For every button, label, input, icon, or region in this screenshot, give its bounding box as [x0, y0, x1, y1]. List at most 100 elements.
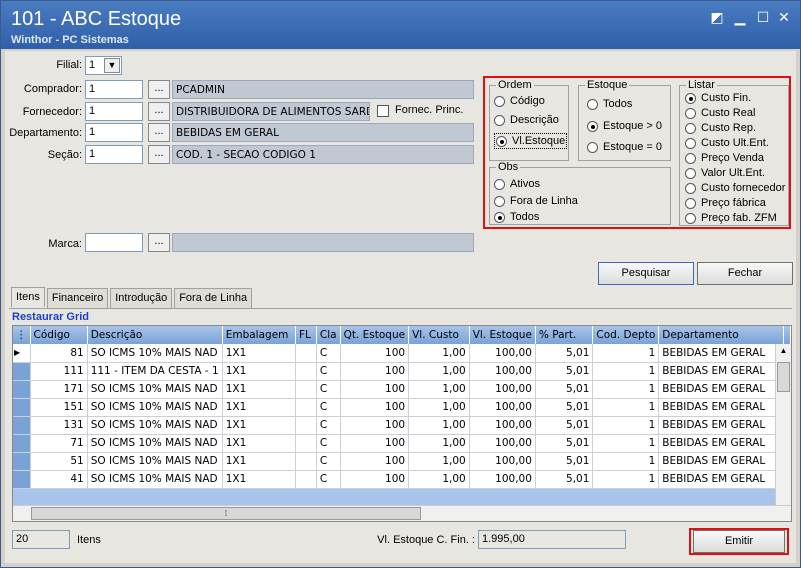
- column-header[interactable]: Vl. Custo: [408, 326, 470, 344]
- table-cell: 100: [340, 434, 410, 453]
- secao-code-input[interactable]: 1: [85, 145, 143, 164]
- comprador-code-input[interactable]: 1: [85, 80, 143, 99]
- listar-option-preco-fab-zfm[interactable]: Preço fab. ZFM: [685, 212, 777, 224]
- column-header-filler: [783, 326, 791, 344]
- ordem-option-codigo[interactable]: Código: [494, 95, 545, 107]
- ordem-option-descricao[interactable]: Descrição: [494, 114, 559, 126]
- table-row[interactable]: 51 SO ICMS 10% MAIS NAD 1X1 C 100 1,00 100,00 5…: [13, 452, 791, 471]
- close-icon[interactable]: ✕: [776, 9, 792, 25]
- tab-introducao[interactable]: Introdução: [110, 288, 173, 308]
- listar-option-preco-fabrica[interactable]: Preço fábrica: [685, 197, 766, 209]
- vertical-scroll-thumb[interactable]: [777, 362, 790, 392]
- restore-icon[interactable]: ◩: [709, 9, 725, 25]
- obs-option-fora-linha[interactable]: Fora de Linha: [494, 195, 578, 207]
- fornecedor-code-input[interactable]: 1: [85, 102, 143, 121]
- table-row[interactable]: 151 SO ICMS 10% MAIS NAD 1X1 C 100 1,00 100,00…: [13, 398, 791, 417]
- scroll-up-icon[interactable]: ▲: [777, 346, 790, 359]
- item-count-field: 20: [12, 530, 70, 549]
- minimize-icon[interactable]: ▁: [732, 9, 748, 25]
- table-cell: 1X1: [222, 380, 296, 399]
- fornecedor-label: Fornecedor:: [22, 106, 82, 118]
- maximize-icon[interactable]: ☐: [755, 9, 771, 25]
- comprador-search-button[interactable]: ...: [148, 80, 170, 99]
- tab-financeiro[interactable]: Financeiro: [46, 288, 109, 308]
- listar-option-custo-fornecedor[interactable]: Custo fornecedor: [685, 182, 785, 194]
- horizontal-scroll-thumb[interactable]: ⁞: [31, 507, 421, 520]
- table-cell: 1: [592, 362, 660, 381]
- fechar-button[interactable]: Fechar: [697, 262, 793, 285]
- pesquisar-button[interactable]: Pesquisar: [598, 262, 694, 285]
- fornecedor-search-button[interactable]: ...: [148, 102, 170, 121]
- vertical-scrollbar[interactable]: ▲: [775, 344, 791, 505]
- column-header[interactable]: Vl. Estoque: [469, 326, 536, 344]
- listar-option-custo-ult-ent[interactable]: Custo Ult.Ent.: [685, 137, 769, 149]
- listar-option-custo-rep[interactable]: Custo Rep.: [685, 122, 756, 134]
- table-cell: C: [316, 344, 341, 363]
- form-area: Filial: 1 ▼ Comprador: 1 ... PCADMIN For…: [5, 51, 796, 563]
- tab-itens[interactable]: Itens: [11, 287, 45, 307]
- table-cell: 1X1: [222, 434, 296, 453]
- table-row[interactable]: 131 SO ICMS 10% MAIS NAD 1X1 C 100 1,00 100,00…: [13, 416, 791, 435]
- table-cell: 1: [592, 452, 660, 471]
- column-header[interactable]: Cod. Depto: [592, 326, 660, 344]
- column-header[interactable]: Cla: [316, 326, 341, 344]
- listar-option-preco-venda[interactable]: Preço Venda: [685, 152, 764, 164]
- filial-select[interactable]: 1 ▼: [85, 56, 122, 75]
- ordem-option-vlestoque[interactable]: Vl.Estoque: [494, 133, 568, 149]
- table-cell: 100,00: [469, 416, 536, 435]
- row-indicator: [13, 434, 31, 453]
- listar-option-custo-fin[interactable]: Custo Fin.: [685, 92, 751, 104]
- departamento-label: Departamento:: [9, 127, 82, 139]
- table-cell: 100: [340, 362, 410, 381]
- tab-fora-de-linha[interactable]: Fora de Linha: [174, 288, 253, 308]
- table-cell: 1: [592, 434, 660, 453]
- table-cell: C: [316, 416, 341, 435]
- restaurar-grid-link[interactable]: Restaurar Grid: [12, 311, 89, 323]
- table-row[interactable]: 41 SO ICMS 10% MAIS NAD 1X1 C 100 1,00 100,00 5…: [13, 470, 791, 489]
- emitir-button[interactable]: Emitir: [693, 530, 785, 553]
- row-indicator: [13, 416, 31, 435]
- table-cell: [295, 452, 317, 471]
- table-row[interactable]: 71 SO ICMS 10% MAIS NAD 1X1 C 100 1,00 100,00 5…: [13, 434, 791, 453]
- window-subtitle: Winthor - PC Sistemas: [11, 34, 129, 46]
- departamento-code-input[interactable]: 1: [85, 123, 143, 142]
- table-cell: 100,00: [469, 398, 536, 417]
- table-cell: 1: [592, 380, 660, 399]
- departamento-search-button[interactable]: ...: [148, 123, 170, 142]
- table-row[interactable]: 171 SO ICMS 10% MAIS NAD 1X1 C 100 1,00 100,00…: [13, 380, 791, 399]
- column-header[interactable]: FL: [295, 326, 317, 344]
- table-cell: 100,00: [469, 434, 536, 453]
- table-row[interactable]: 111 111 - ITEM DA CESTA - 1 1X1 C 100 1,00 100…: [13, 362, 791, 381]
- column-header[interactable]: % Part.: [535, 326, 594, 344]
- table-cell: 1,00: [408, 344, 470, 363]
- table-cell: 51: [30, 452, 88, 471]
- table-cell: 5,01: [535, 344, 594, 363]
- horizontal-scrollbar[interactable]: ⁞: [13, 505, 791, 521]
- column-header[interactable]: Código: [30, 326, 88, 344]
- obs-option-ativos[interactable]: Ativos: [494, 178, 540, 190]
- table-cell: 100,00: [469, 380, 536, 399]
- tab-bar: Itens Financeiro Introdução Fora de Linh…: [11, 287, 254, 308]
- marca-code-input[interactable]: [85, 233, 143, 252]
- column-header[interactable]: Embalagem: [222, 326, 296, 344]
- column-header[interactable]: Departamento: [658, 326, 784, 344]
- marca-search-button[interactable]: ...: [148, 233, 170, 252]
- listar-option-valor-ult-ent[interactable]: Valor Ult.Ent.: [685, 167, 765, 179]
- table-cell: 111: [30, 362, 88, 381]
- secao-search-button[interactable]: ...: [148, 145, 170, 164]
- table-cell: 5,01: [535, 434, 594, 453]
- table-row[interactable]: ▶ 81 SO ICMS 10% MAIS NAD 1X1 C 100 1,00 100,00…: [13, 344, 791, 363]
- column-header[interactable]: Descrição: [87, 326, 223, 344]
- comprador-name-field: PCADMIN: [172, 80, 474, 99]
- listar-option-custo-real[interactable]: Custo Real: [685, 107, 755, 119]
- obs-option-todos[interactable]: Todos: [494, 211, 539, 223]
- estoque-option-igual-zero[interactable]: Estoque = 0: [587, 141, 662, 153]
- estoque-option-maior-zero[interactable]: Estoque > 0: [587, 120, 662, 132]
- fornec-princ-checkbox[interactable]: [377, 105, 389, 117]
- grid-menu-icon[interactable]: ⋮: [13, 326, 31, 344]
- table-cell: C: [316, 398, 341, 417]
- estoque-option-todos[interactable]: Todos: [587, 98, 632, 110]
- table-cell: 1,00: [408, 398, 470, 417]
- column-header[interactable]: Qt. Estoque: [340, 326, 410, 344]
- row-pointer-icon: ▶: [13, 344, 31, 363]
